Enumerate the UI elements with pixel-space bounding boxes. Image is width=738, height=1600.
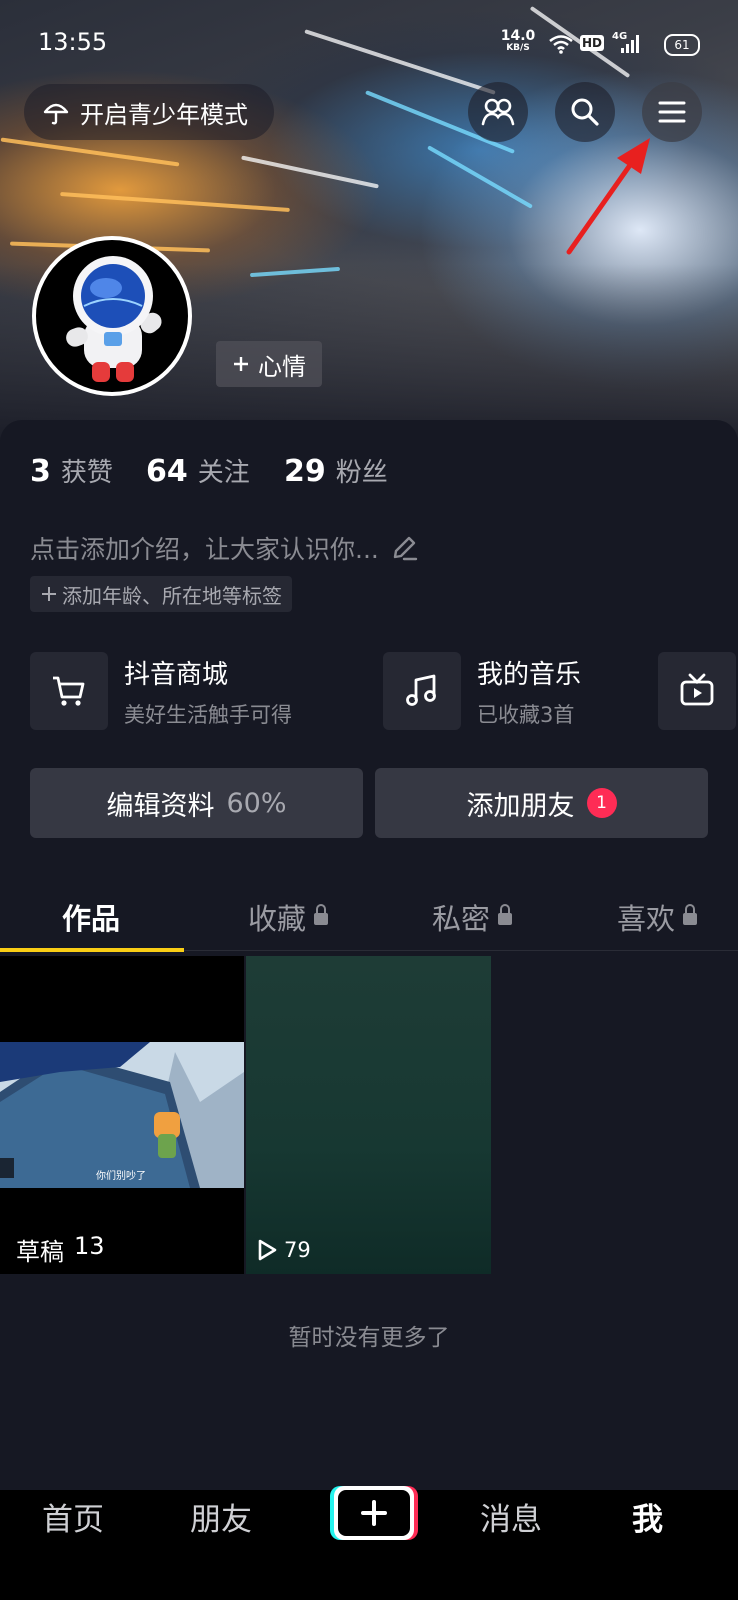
service-shop[interactable]: 抖音商城 美好生活触手可得 [30,652,292,730]
stat-followers[interactable]: 29 粉丝 [284,452,388,489]
tab-indicator [0,948,184,952]
youth-mode-label: 开启青少年模式 [80,100,248,129]
tab-favorites-label: 收藏 [248,902,307,936]
draft-info: 草稿 13 [16,1232,105,1267]
stat-following[interactable]: 64 关注 [146,452,250,489]
draft-count: 13 [74,1232,105,1260]
arrow-annotation-icon [566,138,650,255]
umbrella-icon [43,103,69,125]
plus-icon [361,1500,387,1526]
friends-button[interactable] [468,82,528,142]
battery-level: 61 [674,38,690,52]
stat-followers-label: 粉丝 [335,458,388,488]
tab-works-label: 作品 [62,902,121,936]
stat-following-label: 关注 [197,458,250,488]
service-music[interactable]: 我的音乐 已收藏3首 [383,652,581,730]
music-icon-box [383,652,461,730]
stat-likes[interactable]: 3 获赞 [30,452,113,489]
nav-friends[interactable]: 朋友 [190,1494,252,1539]
nav-messages[interactable]: 消息 [480,1494,542,1539]
edit-profile-label: 编辑资料 [106,790,215,822]
play-count-value: 79 [284,1238,311,1262]
tab-private-label: 私密 [432,902,491,936]
wifi-icon [549,35,573,54]
shop-title: 抖音商城 [124,659,229,690]
service-tv[interactable] [658,652,736,730]
shop-subtitle: 美好生活触手可得 [124,702,292,727]
draft-label: 草稿 [16,1238,64,1266]
stat-following-value: 64 [146,454,188,489]
video-item-drafts[interactable]: 你们别吵了 草稿 13 [0,956,244,1274]
stat-followers-value: 29 [284,454,326,489]
tab-likes-label: 喜欢 [617,902,676,936]
edit-profile-button[interactable]: 编辑资料 60% [30,768,363,838]
avatar[interactable] [32,236,192,396]
video-item-1[interactable]: 79 [246,956,491,1274]
add-friend-badge: 1 [586,788,617,818]
battery-icon: 61 [664,34,700,56]
astronaut-avatar-icon [66,256,162,382]
create-button[interactable] [330,1486,418,1540]
nav-me[interactable]: 我 [632,1494,663,1539]
plus-icon [42,587,56,601]
lock-icon [498,904,513,925]
bio-field[interactable]: 点击添加介绍，让大家认识你... [30,530,419,566]
video-caption: 你们别吵了 [96,1171,146,1182]
play-count: 79 [256,1238,311,1262]
lock-icon [314,904,329,925]
mood-button[interactable]: 心情 [216,341,322,387]
shop-icon-box [30,652,108,730]
bio-placeholder: 点击添加介绍，让大家认识你... [30,535,379,564]
cart-icon [53,676,85,706]
tv-icon [680,673,714,706]
signal-icon [621,35,639,53]
add-tags-label: 添加年龄、所在地等标签 [62,583,282,608]
tab-works[interactable]: 作品 [62,896,120,938]
add-friend-label: 添加朋友 [466,790,575,822]
music-subtitle: 已收藏3首 [477,702,575,727]
hd-badge: HD [580,35,605,51]
tab-private[interactable]: 私密 [432,896,513,938]
lock-icon [683,904,698,925]
play-icon [258,1239,277,1261]
plus-icon [234,357,248,371]
music-note-icon [406,674,436,706]
music-title: 我的音乐 [477,659,582,690]
friends-icon [481,98,515,126]
edit-pencil-icon [393,536,418,561]
add-friend-button[interactable]: 添加朋友 1 [375,768,708,838]
search-icon [571,98,599,126]
stat-likes-value: 3 [30,454,51,489]
tab-favorites[interactable]: 收藏 [248,896,329,938]
add-tags-button[interactable]: 添加年龄、所在地等标签 [30,576,292,612]
network-speed: 14.0 KB/S [500,28,536,54]
network-speed-value: 14.0 [500,28,536,44]
stat-likes-label: 获赞 [60,458,113,488]
edit-profile-progress: 60% [226,787,287,819]
tab-likes[interactable]: 喜欢 [617,896,698,938]
no-more-text: 暂时没有更多了 [288,1325,450,1351]
youth-mode-button[interactable]: 开启青少年模式 [24,84,274,140]
nav-home[interactable]: 首页 [42,1494,104,1539]
status-time: 13:55 [38,28,108,56]
mood-label: 心情 [258,352,306,381]
menu-icon [658,101,686,123]
